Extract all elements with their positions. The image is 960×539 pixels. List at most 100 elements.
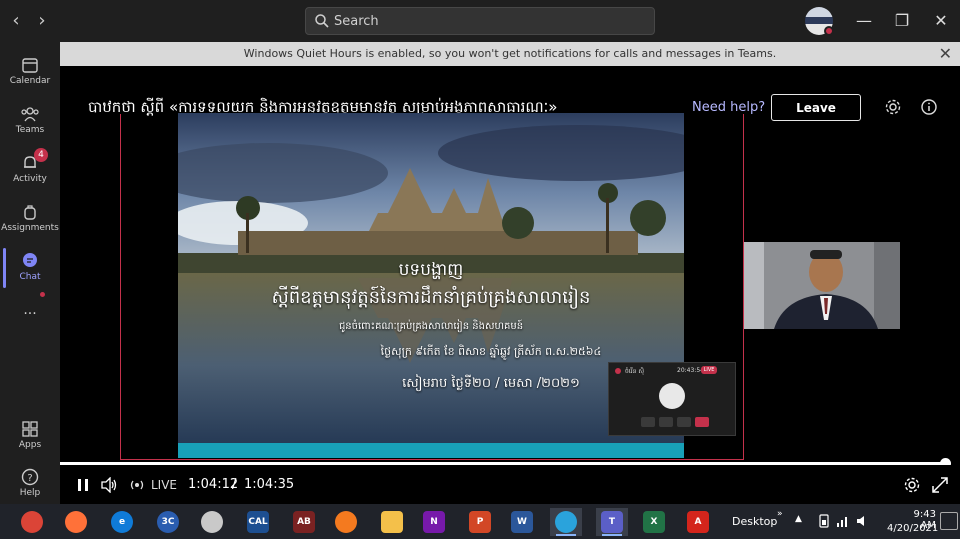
- clock-date[interactable]: 4/20/2021: [887, 523, 938, 534]
- camera-icon[interactable]: [641, 417, 655, 427]
- taskbar-app-edge[interactable]: e: [106, 508, 138, 536]
- mic-icon[interactable]: [659, 417, 673, 427]
- share-icon[interactable]: [677, 417, 691, 427]
- mini-call-time: 20:43:54: [677, 367, 704, 374]
- meeting-stage: បាឋកថា ស្ដីពី «ការទទួលយក និងការអនុវត្តឧត…: [60, 66, 960, 461]
- minimize-icon[interactable]: —: [852, 10, 876, 32]
- taskbar-app-firefox[interactable]: [60, 508, 92, 536]
- rail-label: Chat: [19, 272, 41, 282]
- taskbar-app-onenote[interactable]: N: [418, 508, 450, 536]
- taskbar-app-teams[interactable]: T: [596, 508, 628, 536]
- live-broadcast-icon: [130, 480, 144, 490]
- more-notification-dot: [40, 292, 45, 297]
- rail-item-chat[interactable]: Chat: [0, 244, 60, 292]
- excel-icon: X: [643, 511, 665, 533]
- info-icon[interactable]: [920, 98, 938, 116]
- pause-icon[interactable]: [76, 478, 90, 492]
- total-time: 1:04:35: [244, 477, 295, 492]
- rail-label: Help: [19, 488, 41, 498]
- profile-avatar[interactable]: [805, 7, 834, 36]
- mini-call-avatar: [659, 383, 685, 409]
- rail-label: Teams: [15, 125, 45, 135]
- volume-icon[interactable]: [100, 477, 118, 493]
- slide-line-date: ថ្ងៃសុក្រ ៩កើត ខែ ពិសាខ ឆ្នាំឆ្លូវ ត្រីស…: [380, 345, 602, 358]
- participant-video-image: [744, 242, 900, 329]
- seal-icon: [201, 511, 223, 533]
- explorer-icon: [381, 511, 403, 533]
- acrobat-icon: A: [687, 511, 709, 533]
- rail-label: Assignments: [1, 223, 59, 233]
- rail-label: Activity: [13, 174, 47, 184]
- playback-bar: LIVE 1:04:12 / 1:04:35: [60, 465, 960, 504]
- banner-text: Windows Quiet Hours is enabled, so you w…: [243, 47, 777, 60]
- taskbar-app-seal[interactable]: [196, 508, 228, 536]
- presence-busy-dot: [824, 26, 834, 36]
- rail-item-assignments[interactable]: Assignments: [0, 195, 60, 243]
- cal-icon: CAL: [247, 511, 269, 533]
- running-indicator: [556, 534, 576, 536]
- rail-item-more[interactable]: ...: [0, 294, 60, 342]
- desktop-toolbar-label[interactable]: Desktop: [732, 515, 777, 528]
- app-ab-icon: AB: [293, 511, 315, 533]
- mini-call-name: ចំរើន ស៊ិ: [625, 368, 645, 375]
- rail-label: Apps: [18, 440, 42, 450]
- search-placeholder: Search: [334, 14, 379, 29]
- participant-video[interactable]: [744, 242, 900, 329]
- app-orange-icon: [335, 511, 357, 533]
- back-arrow-icon[interactable]: ‹: [6, 10, 26, 32]
- battery-icon[interactable]: [818, 514, 830, 528]
- taskbar-app-chrome[interactable]: [16, 508, 48, 536]
- search-icon: [315, 14, 329, 28]
- telegram-icon: [555, 511, 577, 533]
- action-center-icon[interactable]: [940, 512, 958, 530]
- taskbar-app-explorer[interactable]: [376, 508, 408, 536]
- current-time: 1:04:12: [188, 477, 239, 492]
- powerpoint-icon: P: [469, 511, 491, 533]
- hang-up-icon[interactable]: [695, 417, 709, 427]
- 3c-icon: 3C: [157, 511, 179, 533]
- calendar-icon: [22, 58, 38, 73]
- help-icon: ?: [21, 468, 39, 486]
- rail-item-apps[interactable]: Apps: [0, 412, 60, 460]
- rail-item-teams[interactable]: Teams: [0, 97, 60, 145]
- taskbar-app-app-orange[interactable]: [330, 508, 362, 536]
- svg-text:?: ?: [27, 473, 32, 484]
- taskbar-app-3c[interactable]: 3C: [152, 508, 184, 536]
- forward-arrow-icon[interactable]: ›: [32, 10, 52, 32]
- taskbar-app-cal[interactable]: CAL: [242, 508, 274, 536]
- mini-call-window[interactable]: ចំរើន ស៊ិ 20:43:54 LIVE: [608, 362, 736, 436]
- toolbar-chevron-icon[interactable]: »: [777, 509, 783, 519]
- windows-taskbar: e 3C CAL AB N P W T X A Desktop » ▲ 9:43 AM 4/20/…: [0, 504, 960, 539]
- taskbar-app-telegram[interactable]: [550, 508, 582, 536]
- taskbar-app-excel[interactable]: X: [638, 508, 670, 536]
- tray-up-arrow-icon[interactable]: ▲: [795, 514, 802, 524]
- rail-item-calendar[interactable]: Calendar: [0, 48, 60, 96]
- chrome-icon: [21, 511, 43, 533]
- taskbar-app-word[interactable]: W: [506, 508, 538, 536]
- edge-icon: e: [111, 511, 133, 533]
- rail-item-help[interactable]: ? Help: [0, 460, 60, 508]
- close-window-icon[interactable]: ✕: [929, 10, 953, 32]
- need-help-link[interactable]: Need help?: [692, 100, 765, 115]
- playback-settings-icon[interactable]: [903, 476, 921, 494]
- taskbar-app-powerpoint[interactable]: P: [464, 508, 496, 536]
- teams-icon: T: [601, 511, 623, 533]
- restore-icon[interactable]: ❐: [890, 10, 914, 32]
- activity-badge: 4: [34, 148, 48, 162]
- speaker-icon[interactable]: [856, 514, 870, 528]
- fullscreen-icon[interactable]: [931, 476, 949, 494]
- slide-line-audience: ជូនចំពោះគណៈគ្រប់គ្រងសាលារៀន និងសហគមន៍: [338, 321, 524, 332]
- taskbar-app-app-ab[interactable]: AB: [288, 508, 320, 536]
- slide-heading: បទបង្ហាញ: [398, 260, 464, 280]
- app-rail: Calendar Teams 4 Activity Assignments Ch…: [0, 42, 60, 504]
- onenote-icon: N: [423, 511, 445, 533]
- time-separator: /: [232, 477, 237, 492]
- search-input[interactable]: Search: [305, 7, 655, 35]
- rail-label: Calendar: [9, 76, 51, 86]
- taskbar-app-acrobat[interactable]: A: [682, 508, 714, 536]
- rail-item-activity[interactable]: 4 Activity: [0, 146, 60, 194]
- banner-close-icon[interactable]: ✕: [939, 42, 952, 66]
- network-signal-icon[interactable]: [836, 514, 850, 528]
- settings-gear-icon[interactable]: [884, 98, 902, 116]
- leave-button[interactable]: Leave: [771, 94, 861, 121]
